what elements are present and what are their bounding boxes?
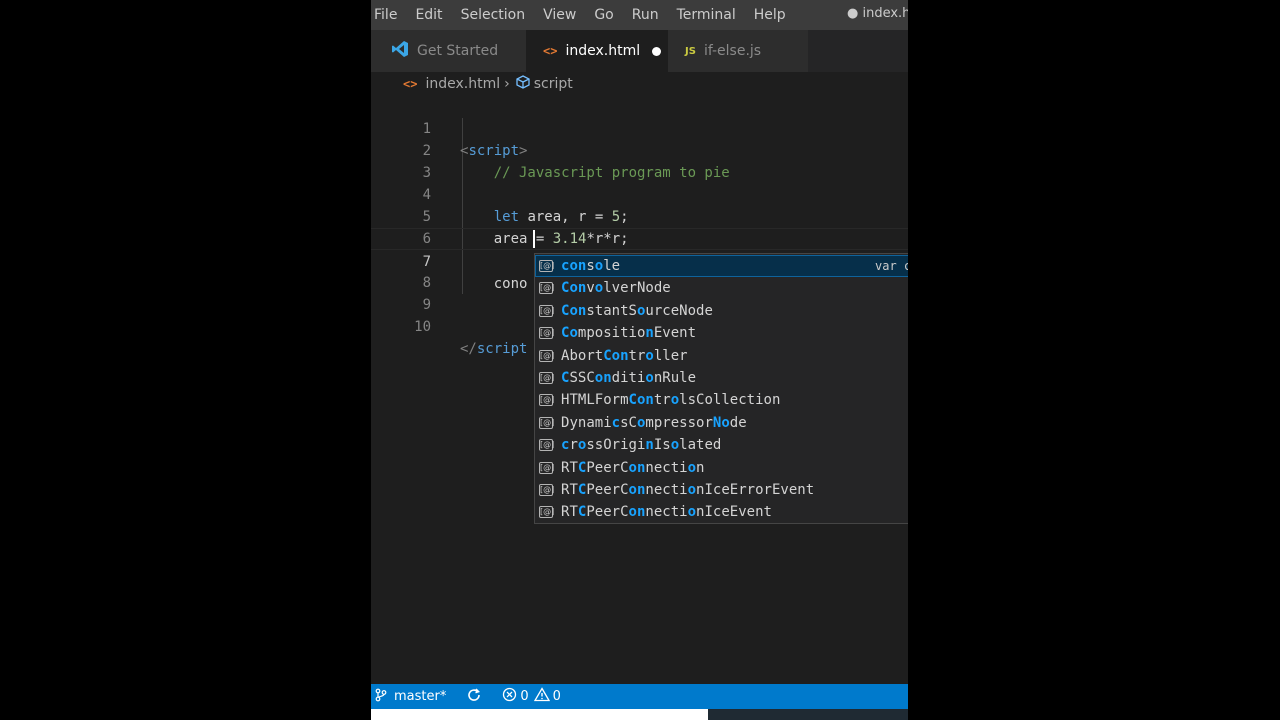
code-line[interactable]: 3: [371, 140, 908, 181]
menu-run[interactable]: Run: [629, 7, 659, 23]
suggestion-label: RTCPeerConnectionIceEvent: [561, 504, 772, 521]
code-line[interactable]: 5 area = 3.14*r*r;: [371, 184, 908, 247]
variable-symbol-icon: [@]: [539, 260, 555, 272]
suggestion-label: RTCPeerConnection: [561, 459, 705, 476]
code-line[interactable]: 4 let area, r = 5;: [371, 162, 908, 225]
suggestion-label: DynamicsCompressorNode: [561, 414, 747, 431]
suggestion-item[interactable]: [@] ConstantSourceNode: [535, 300, 908, 322]
warning-count: 0: [552, 689, 561, 704]
tab-label: index.html: [565, 43, 641, 59]
git-branch-icon: [374, 688, 388, 706]
tab-index-html[interactable]: <> index.html: [526, 30, 668, 72]
variable-symbol-icon: [@]: [539, 304, 555, 317]
menu-terminal[interactable]: Terminal: [674, 7, 736, 23]
suggestion-label: ConstantSourceNode: [561, 302, 713, 319]
text-cursor: [533, 230, 535, 248]
problems-indicator[interactable]: 0 0: [502, 687, 561, 706]
tab-get-started[interactable]: Get Started: [371, 30, 526, 72]
suggestion-item[interactable]: [@] RTCPeerConnection: [535, 457, 908, 479]
suggestion-item[interactable]: [@] RTCPeerConnectionIceErrorEvent: [535, 479, 908, 501]
suggestion-detail: var c: [875, 259, 908, 273]
taskbar-dark-segment: [708, 709, 908, 720]
menu-view[interactable]: View: [540, 7, 576, 23]
suggestion-label: CompositionEvent: [561, 325, 696, 342]
unsaved-dot-icon[interactable]: [652, 46, 662, 56]
taskbar-strip: [371, 709, 908, 720]
chevron-right-icon: ›: [504, 76, 510, 92]
variable-symbol-icon: [@]: [539, 461, 555, 474]
tab-label: if-else.js: [703, 43, 762, 59]
html-file-icon: <>: [403, 77, 418, 91]
current-code-line[interactable]: 7 cono: [371, 228, 908, 292]
vscode-window: File Edit Selection View Go Run Terminal…: [371, 0, 908, 720]
variable-symbol-icon: [@]: [539, 416, 555, 429]
warning-icon: [533, 687, 550, 706]
html-file-icon: <>: [543, 44, 558, 58]
symbol-cube-icon: [516, 75, 530, 93]
suggestion-label: CSSConditionRule: [561, 370, 696, 386]
variable-symbol-icon: [@]: [539, 394, 555, 407]
variable-symbol-icon: [@]: [539, 282, 555, 295]
menu-bar: File Edit Selection View Go Run Terminal…: [371, 0, 908, 30]
suggestion-item[interactable]: [@] console var c: [535, 255, 908, 277]
suggestion-label: console: [561, 258, 621, 274]
suggestion-label: RTCPeerConnectionIceErrorEvent: [561, 482, 815, 498]
variable-symbol-icon: [@]: [539, 349, 555, 362]
tab-if-else-js[interactable]: JS if-else.js: [668, 30, 808, 72]
suggestion-item[interactable]: [@] CSSConditionRule: [535, 367, 908, 389]
variable-symbol-icon: [@]: [539, 372, 555, 384]
status-bar: master* 0 0: [371, 684, 908, 709]
suggestion-item[interactable]: [@] HTMLFormControlsCollection: [535, 389, 908, 411]
suggestion-label: AbortController: [561, 347, 688, 364]
suggestion-item[interactable]: [@] ConvolverNode: [535, 277, 908, 299]
suggestion-item[interactable]: [@] CompositionEvent: [535, 322, 908, 344]
code-line[interactable]: 1 <script>: [371, 96, 908, 159]
error-count: 0: [520, 689, 529, 704]
suggestion-label: HTMLFormControlsCollection: [561, 392, 781, 409]
breadcrumb: <> index.html › script: [371, 72, 908, 96]
variable-symbol-icon: [@]: [539, 439, 555, 452]
breadcrumb-symbol[interactable]: script: [534, 76, 573, 92]
suggestion-item[interactable]: [@] RTCPeerConnectionIceEvent: [535, 501, 908, 523]
line-number: 10: [414, 319, 431, 335]
code-line[interactable]: 2 // Javascript program to pie: [371, 118, 908, 181]
variable-symbol-icon: [@]: [539, 506, 555, 519]
code-line[interactable]: 6: [371, 206, 908, 247]
suggestion-label: crossOriginIsolated: [561, 437, 722, 454]
menu-edit[interactable]: Edit: [412, 7, 442, 23]
autocomplete-suggestions[interactable]: [@] console var c [@] ConvolverNode [@] Consta…: [534, 253, 908, 524]
sync-icon: [466, 687, 482, 707]
menu-file[interactable]: File: [371, 7, 397, 23]
menu-selection[interactable]: Selection: [458, 7, 526, 23]
tab-bar: Get Started <> index.html JS if-else.js: [371, 30, 908, 72]
suggestion-item[interactable]: [@] AbortController: [535, 345, 908, 367]
menu-go[interactable]: Go: [591, 7, 613, 23]
branch-name: master*: [394, 689, 447, 704]
window-title: ● index.ht: [847, 6, 908, 21]
suggestion-item[interactable]: [@] DynamicsCompressorNode: [535, 412, 908, 434]
suggestion-item[interactable]: [@] crossOriginIsolated: [535, 434, 908, 456]
vscode-logo-icon: [391, 40, 409, 62]
variable-symbol-icon: [@]: [539, 484, 555, 496]
suggestion-label: ConvolverNode: [561, 280, 671, 297]
breadcrumb-file[interactable]: index.html: [425, 76, 500, 92]
sync-button[interactable]: [466, 687, 482, 707]
branch-indicator[interactable]: master*: [374, 688, 446, 706]
menu-help[interactable]: Help: [751, 7, 786, 23]
line-text: </script: [460, 341, 528, 357]
error-icon: [502, 687, 517, 706]
js-file-icon: JS: [685, 45, 696, 57]
variable-symbol-icon: [@]: [539, 327, 555, 340]
tab-label: Get Started: [417, 43, 499, 59]
